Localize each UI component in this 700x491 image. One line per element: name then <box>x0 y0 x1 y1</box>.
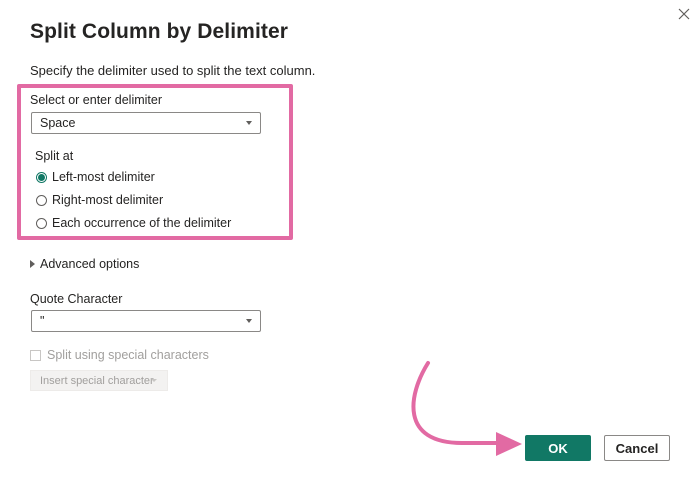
insert-special-character-label: Insert special character <box>40 374 154 387</box>
delimiter-dropdown[interactable]: Space <box>31 112 261 134</box>
chevron-down-icon <box>246 319 252 323</box>
radio-left-most-label: Left-most delimiter <box>52 170 155 184</box>
radio-each-occurrence-label: Each occurrence of the delimiter <box>52 216 232 230</box>
radio-checked-icon <box>36 171 47 183</box>
split-column-dialog: Split Column by Delimiter Specify the de… <box>0 0 700 491</box>
radio-each-occurrence[interactable]: Each occurrence of the delimiter <box>36 216 231 230</box>
radio-right-most[interactable]: Right-most delimiter <box>36 193 163 207</box>
radio-right-most-label: Right-most delimiter <box>52 193 164 207</box>
dialog-title: Split Column by Delimiter <box>30 20 289 43</box>
advanced-options-toggle[interactable]: Advanced options <box>30 257 139 271</box>
special-characters-label: Split using special characters <box>47 348 209 362</box>
insert-special-character-button: Insert special character <box>30 370 168 391</box>
chevron-right-icon <box>30 260 35 268</box>
split-at-label: Split at <box>35 149 74 163</box>
special-characters-checkbox <box>30 349 41 361</box>
ok-button[interactable]: OK <box>525 435 591 461</box>
radio-unchecked-icon <box>36 217 47 229</box>
radio-unchecked-icon <box>36 194 47 206</box>
delimiter-label: Select or enter delimiter <box>30 93 163 107</box>
quote-character-dropdown[interactable]: " <box>31 310 261 332</box>
special-characters-checkbox-row: Split using special characters <box>30 348 209 362</box>
close-icon[interactable] <box>674 4 694 24</box>
radio-left-most[interactable]: Left-most delimiter <box>36 170 155 184</box>
chevron-down-icon <box>151 379 157 382</box>
cancel-button[interactable]: Cancel <box>604 435 670 461</box>
chevron-down-icon <box>246 121 252 125</box>
advanced-options-label: Advanced options <box>40 257 140 271</box>
quote-character-label: Quote Character <box>30 292 123 306</box>
dialog-description: Specify the delimiter used to split the … <box>30 63 316 78</box>
quote-character-value: " <box>40 314 45 328</box>
annotation-arrow-icon <box>411 361 522 456</box>
delimiter-value: Space <box>40 116 76 130</box>
